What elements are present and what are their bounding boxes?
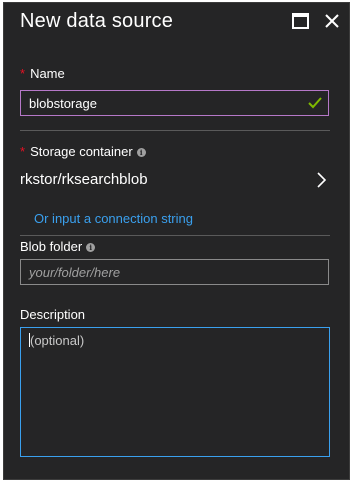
new-data-source-blade: New data source * Name blobstorage * Stora… [3, 2, 350, 480]
maximize-button[interactable] [288, 9, 312, 33]
name-input[interactable]: blobstorage [20, 90, 329, 116]
storage-container-value[interactable]: rkstor/rksearchblob [20, 171, 148, 188]
blob-folder-label-text: Blob folder [20, 239, 83, 254]
divider [20, 130, 330, 131]
name-label-text: Name [30, 66, 65, 81]
info-icon[interactable]: i [86, 243, 96, 252]
blob-folder-label: Blob folder i [20, 239, 96, 254]
name-label: * Name [20, 66, 65, 81]
close-button[interactable] [320, 9, 344, 33]
storage-container-label: * Storage container i [20, 144, 146, 159]
blade-title: New data source [20, 10, 174, 32]
maximize-icon [291, 13, 309, 29]
storage-container-label-text: Storage container [30, 144, 133, 159]
chevron-right-icon[interactable] [314, 171, 328, 189]
description-placeholder: (optional) [30, 333, 85, 348]
blob-folder-placeholder: your/folder/here [29, 264, 121, 280]
connection-string-link[interactable]: Or input a connection string [34, 211, 193, 226]
close-icon [325, 14, 339, 28]
blob-folder-input[interactable]: your/folder/here [20, 259, 329, 285]
description-label: Description [20, 307, 86, 322]
divider [20, 235, 330, 236]
description-textarea[interactable]: (optional) [20, 327, 330, 457]
required-marker: * [20, 66, 26, 81]
name-input-value: blobstorage [29, 95, 97, 111]
check-icon [308, 97, 322, 109]
required-marker: * [20, 144, 26, 159]
info-icon[interactable]: i [136, 148, 146, 157]
